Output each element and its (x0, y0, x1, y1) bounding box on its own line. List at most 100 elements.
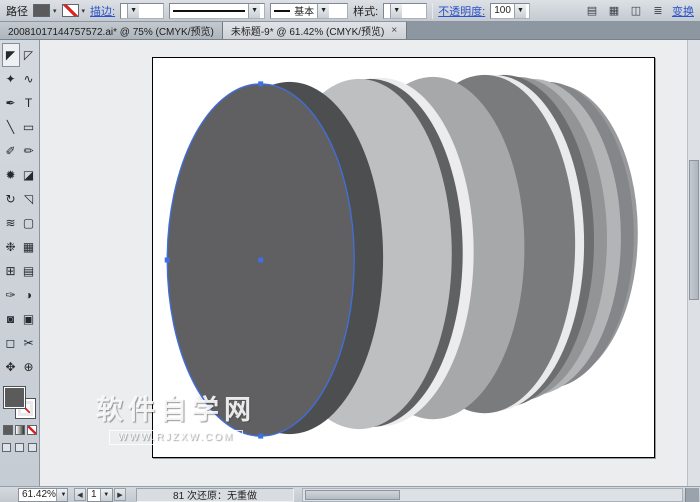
warp-tool[interactable]: ≋ (2, 211, 20, 235)
brush-definition-combo[interactable]: 基本▼ (270, 3, 348, 19)
zoom-dropdown-icon[interactable]: ▼ (56, 489, 67, 501)
stroke-width-combo[interactable]: ▼ (120, 3, 164, 19)
tab-document-1[interactable]: 20081017144757572.ai* @ 75% (CMYK/预览) (0, 22, 223, 39)
transform-link[interactable]: 变换 (672, 3, 694, 19)
horizontal-scrollbar-thumb[interactable] (305, 490, 400, 500)
artboard[interactable] (152, 57, 655, 458)
zoom-level-combo[interactable]: 61.42% ▼ (18, 488, 68, 502)
style-label: 样式: (353, 3, 378, 19)
zoom-tool[interactable]: ⊕ (20, 355, 38, 379)
blob-brush-tool[interactable]: ✹ (2, 163, 20, 187)
tab-document-2-active[interactable]: 未标题-9* @ 61.42% (CMYK/预览) × (223, 22, 407, 39)
illustrator-window: 路径 ▾ ▾ 描边: ▼ ▼ 基本▼ 样式: ▼ 不透明度: 100▼ ▤ ▦ … (0, 0, 700, 502)
anchor-point[interactable] (258, 258, 263, 263)
variable-width-profile-combo[interactable]: ▼ (169, 3, 265, 19)
opacity-combo[interactable]: 100▼ (490, 3, 530, 19)
panel-menu-icon[interactable]: ≣ (650, 3, 666, 18)
style-dropdown-icon[interactable]: ▼ (390, 4, 402, 18)
slice-tool[interactable]: ✂ (20, 331, 38, 355)
status-bar: 61.42% ▼ ◀ 1 ▼ ▶ 81 次还原：无重做 (0, 486, 700, 502)
next-artboard-button[interactable]: ▶ (114, 488, 126, 501)
stroke-dropdown-icon[interactable]: ▾ (82, 7, 86, 15)
direct-selection-tool[interactable]: ◸ (20, 43, 38, 67)
vertical-scrollbar-thumb[interactable] (689, 160, 699, 300)
artboard-number-combo[interactable]: 1 ▼ (87, 488, 113, 502)
anchor-point[interactable] (258, 81, 263, 86)
type-tool[interactable]: T (20, 91, 38, 115)
stroke-preview-line (173, 10, 245, 12)
fill-dropdown-icon[interactable]: ▾ (53, 7, 57, 15)
document-tab-bar: 20081017144757572.ai* @ 75% (CMYK/预览) 未标… (0, 22, 700, 40)
prev-artboard-button[interactable]: ◀ (74, 488, 86, 501)
status-indicator: 81 次还原：无重做 (136, 488, 294, 502)
pen-tool[interactable]: ✒ (2, 91, 20, 115)
control-bar: 路径 ▾ ▾ 描边: ▼ ▼ 基本▼ 样式: ▼ 不透明度: 100▼ ▤ ▦ … (0, 0, 700, 22)
anchor-point[interactable] (165, 258, 170, 263)
full-screen-menu-mode-icon[interactable] (15, 443, 24, 452)
live-paint-bucket-tool[interactable]: ◙ (2, 307, 20, 331)
free-transform-tool[interactable]: ▢ (20, 211, 38, 235)
tools-panel: ◤◸✦∿✒T╲▭✐✏✹◪↻◹≋▢❉▦⊞▤✑◑◙▣◻✂✥⊕ (0, 40, 40, 486)
none-mode-icon[interactable] (27, 425, 37, 435)
lasso-tool[interactable]: ∿ (20, 67, 38, 91)
pencil-tool[interactable]: ✏ (20, 139, 38, 163)
opacity-dropdown-icon[interactable]: ▼ (514, 4, 526, 18)
control-bar-right-group: ▤ ▦ ◫ ≣ 变换 (584, 3, 694, 19)
live-paint-selection-tool[interactable]: ▣ (20, 307, 38, 331)
tool-grid: ◤◸✦∿✒T╲▭✐✏✹◪↻◹≋▢❉▦⊞▤✑◑◙▣◻✂✥⊕ (2, 43, 38, 379)
profile-dropdown-icon[interactable]: ▼ (248, 4, 260, 18)
lens-cylinder-artwork[interactable] (153, 58, 654, 457)
stroke-width-dropdown-icon[interactable]: ▼ (127, 4, 139, 18)
scale-tool[interactable]: ◹ (20, 187, 38, 211)
opacity-value: 100 (494, 5, 511, 16)
brush-value: 基本 (294, 3, 314, 18)
rectangle-tool[interactable]: ▭ (20, 115, 38, 139)
style-combo[interactable]: ▼ (383, 3, 427, 19)
rotate-tool[interactable]: ↻ (2, 187, 20, 211)
gradient-mode-icon[interactable] (15, 425, 25, 435)
opacity-link[interactable]: 不透明度: (438, 3, 485, 19)
vertical-scrollbar[interactable] (687, 40, 700, 486)
stroke-link[interactable]: 描边: (90, 3, 115, 19)
main-area: ◤◸✦∿✒T╲▭✐✏✹◪↻◹≋▢❉▦⊞▤✑◑◙▣◻✂✥⊕ 软件自 (0, 40, 700, 486)
stroke-color-swatch[interactable] (62, 4, 79, 17)
hand-tool[interactable]: ✥ (2, 355, 20, 379)
normal-screen-mode-icon[interactable] (2, 443, 11, 452)
document-setup-icon[interactable]: ▤ (584, 3, 600, 18)
selection-tool[interactable]: ◤ (2, 43, 20, 67)
paintbrush-tool[interactable]: ✐ (2, 139, 20, 163)
arrange-documents-icon[interactable]: ◫ (628, 3, 644, 18)
paint-mode-row (3, 425, 37, 435)
toolbar-divider (432, 3, 433, 19)
window-resize-corner (685, 488, 699, 502)
full-screen-mode-icon[interactable] (28, 443, 37, 452)
line-segment-tool[interactable]: ╲ (2, 115, 20, 139)
column-graph-tool[interactable]: ▦ (20, 235, 38, 259)
mesh-tool[interactable]: ⊞ (2, 259, 20, 283)
screen-mode-row (2, 443, 37, 452)
gradient-tool[interactable]: ▤ (20, 259, 38, 283)
preferences-icon[interactable]: ▦ (606, 3, 622, 18)
color-mode-icon[interactable] (3, 425, 13, 435)
close-icon[interactable]: × (390, 25, 398, 36)
horizontal-scrollbar[interactable] (302, 488, 683, 502)
artboard-navigation: ◀ 1 ▼ ▶ (74, 488, 126, 502)
eyedropper-tool[interactable]: ✑ (2, 283, 20, 307)
magic-wand-tool[interactable]: ✦ (2, 67, 20, 91)
artboard-number-value: 1 (88, 489, 100, 500)
status-text: 81 次还原：无重做 (173, 487, 257, 502)
fill-stroke-indicator (4, 387, 36, 419)
fill-color-swatch[interactable] (33, 4, 50, 17)
brush-preview-line (274, 10, 290, 12)
blend-tool[interactable]: ◑ (20, 283, 38, 307)
eraser-tool[interactable]: ◪ (20, 163, 38, 187)
artboard-tool[interactable]: ◻ (2, 331, 20, 355)
canvas-area[interactable]: 软件自学网 WWW.RJZXW.COM (40, 40, 700, 486)
anchor-point[interactable] (258, 434, 263, 439)
selection-type-label: 路径 (6, 3, 28, 19)
artboard-number-dropdown-icon[interactable]: ▼ (100, 489, 113, 501)
tab-2-title: 未标题-9* @ 61.42% (CMYK/预览) (231, 23, 385, 38)
symbol-sprayer-tool[interactable]: ❉ (2, 235, 20, 259)
fill-swatch-indicator[interactable] (4, 387, 25, 408)
brush-dropdown-icon[interactable]: ▼ (317, 4, 329, 18)
